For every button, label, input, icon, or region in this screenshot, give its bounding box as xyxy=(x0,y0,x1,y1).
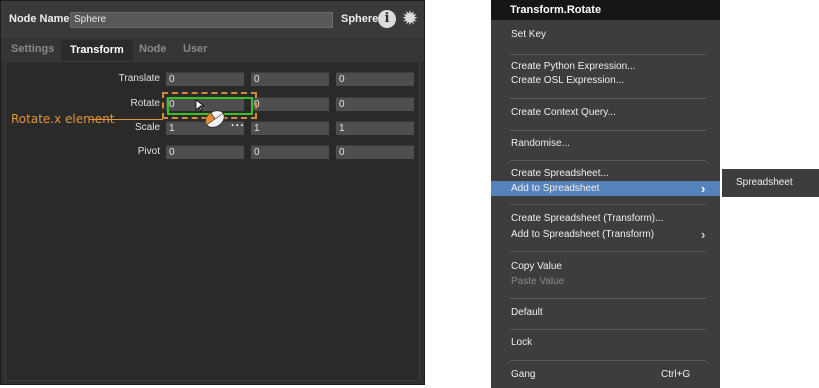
click-indicator: ··· xyxy=(231,120,245,132)
menu-item-default[interactable]: Default xyxy=(511,307,543,318)
menu-separator xyxy=(510,360,706,361)
node-name-field[interactable]: Sphere xyxy=(70,12,333,28)
tab-user[interactable]: User xyxy=(183,43,207,55)
node-type-label: Sphere xyxy=(341,13,379,25)
annotation-label: Rotate.x element xyxy=(11,112,115,126)
menu-separator xyxy=(510,130,706,131)
pivot-y-field[interactable]: 0 xyxy=(251,145,329,159)
menu-item-create-spreadsheet[interactable]: Create Spreadsheet... xyxy=(511,168,609,179)
menu-item-randomise[interactable]: Randomise... xyxy=(511,138,570,149)
menu-title: Transform.Rotate xyxy=(491,0,720,20)
menu-item-create-osl-expression[interactable]: Create OSL Expression... xyxy=(511,75,624,86)
menu-separator xyxy=(510,160,706,161)
spreadsheet-submenu: Spreadsheet xyxy=(722,169,819,197)
menu-item-gang[interactable]: Gang xyxy=(511,369,535,380)
menu-item-paste-value: Paste Value xyxy=(511,276,565,287)
row-label-rotate: Rotate xyxy=(130,98,160,109)
gear-icon[interactable]: ✹ xyxy=(399,7,421,29)
submenu-arrow-icon: › xyxy=(701,227,706,242)
context-menu: Transform.Rotate Set Key Create Python E… xyxy=(491,0,720,388)
node-name-label: Node Name xyxy=(9,13,70,25)
row-label-pivot: Pivot xyxy=(137,146,160,157)
menu-item-create-spreadsheet-transform[interactable]: Create Spreadsheet (Transform)... xyxy=(511,213,663,224)
menu-item-lock[interactable]: Lock xyxy=(511,337,532,348)
menu-separator xyxy=(510,204,706,205)
tab-transform[interactable]: Transform xyxy=(61,40,133,61)
rotate-z-field[interactable]: 0 xyxy=(336,97,414,111)
tab-bar: Settings Transform Node User xyxy=(1,37,424,61)
menu-separator xyxy=(510,251,706,252)
menu-separator xyxy=(510,329,706,330)
translate-y-field[interactable]: 0 xyxy=(251,72,329,86)
pivot-x-field[interactable]: 0 xyxy=(166,145,244,159)
node-editor-panel: Node Name Sphere Sphere i ✹ Settings Tra… xyxy=(0,0,425,385)
translate-z-field[interactable]: 0 xyxy=(336,72,414,86)
menu-separator xyxy=(510,54,706,55)
menu-item-add-to-spreadsheet-transform[interactable]: Add to Spreadsheet (Transform) xyxy=(511,229,654,240)
row-label-translate: Translate xyxy=(118,73,160,84)
menu-item-create-context-query[interactable]: Create Context Query... xyxy=(511,107,616,118)
rotate-y-field[interactable]: 0 xyxy=(251,97,329,111)
mouse-cursor-icon xyxy=(195,99,225,128)
menu-separator xyxy=(510,98,706,99)
menu-item-set-key[interactable]: Set Key xyxy=(511,29,546,40)
menu-item-gang-shortcut: Ctrl+G xyxy=(661,369,691,380)
scale-y-field[interactable]: 1 xyxy=(251,121,329,135)
submenu-arrow-icon: › xyxy=(701,181,706,196)
menu-separator xyxy=(510,298,706,299)
menu-item-create-python-expression[interactable]: Create Python Expression... xyxy=(511,61,636,72)
submenu-item-spreadsheet[interactable]: Spreadsheet xyxy=(736,177,793,188)
menu-item-add-to-spreadsheet[interactable]: Add to Spreadsheet xyxy=(511,183,599,194)
info-icon[interactable]: i xyxy=(378,10,396,28)
menu-item-copy-value[interactable]: Copy Value xyxy=(511,261,562,272)
pivot-z-field[interactable]: 0 xyxy=(336,145,414,159)
translate-x-field[interactable]: 0 xyxy=(166,72,244,86)
tab-settings[interactable]: Settings xyxy=(11,43,54,55)
scale-z-field[interactable]: 1 xyxy=(336,121,414,135)
node-header: Node Name Sphere Sphere i ✹ xyxy=(1,1,424,37)
tab-node[interactable]: Node xyxy=(139,43,167,55)
